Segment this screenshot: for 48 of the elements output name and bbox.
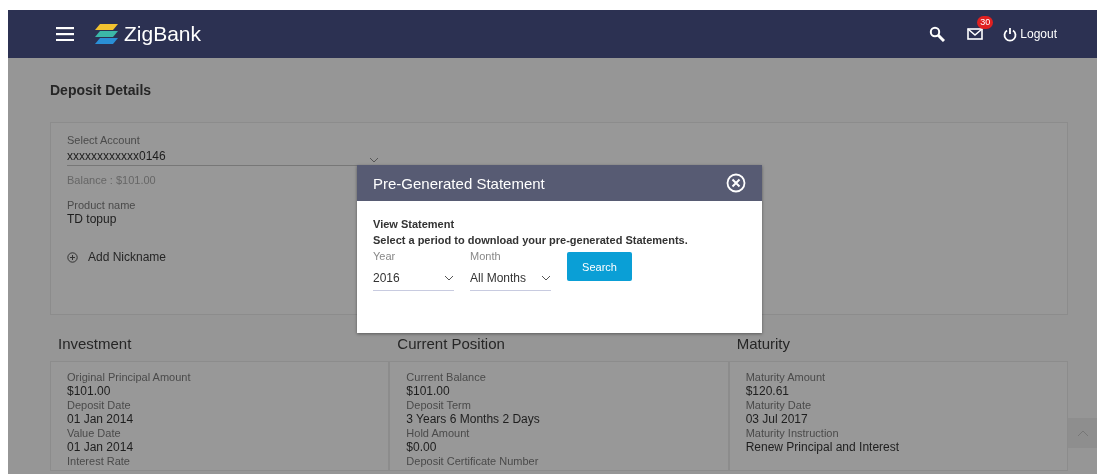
field-label: Year [373,250,396,262]
chevron-down-icon [444,275,454,281]
field-label: Current Balance [406,370,486,384]
field-value: TD topup [67,212,117,226]
field-value: $101.00 [406,384,450,398]
field-label: Maturity Instruction [745,426,839,440]
field-value: $101.00 [67,384,111,398]
mail-icon[interactable] [967,28,984,40]
year-dropdown[interactable]: 2016 [373,262,454,291]
chevron-down-icon [369,157,379,163]
field-label: Maturity Amount [745,370,826,384]
field-value: Renew Principal and Interest [745,440,900,454]
chevron-down-icon [541,275,551,281]
field-value: 03 Jul 2017 [745,412,808,426]
instruction-text: Select a period to download your pre-generated Statements. [373,234,688,246]
field-label: Original Principal Amount [67,370,191,384]
brand-name: ZigBank [124,22,202,46]
field-label: Maturity Date [745,398,812,412]
field-label: Select Account [67,133,140,147]
dialog-title: Pre-Generated Statement [373,174,545,192]
field-label: Product name [67,198,136,212]
field-value: $0.00 [406,440,437,454]
close-icon[interactable] [726,173,746,193]
menu-icon[interactable] [56,27,74,41]
section-title: Maturity [735,335,790,354]
field-label: Deposit Date [67,398,131,412]
field-label: Hold Amount [406,426,470,440]
field-label: Interest Rate [67,454,130,468]
field-value: 3 Years 6 Months 2 Days [406,412,540,426]
notification-badge: 30 [977,16,994,29]
field-label: Deposit Certificate Number [406,454,539,468]
power-icon [1003,26,1018,42]
search-icon[interactable] [929,26,946,42]
page-title: Deposit Details [50,82,152,98]
section-title: Current Position [396,335,505,354]
field-label: Month [470,250,501,262]
field-label: Deposit Term [406,398,471,412]
field-value: $120.61 [745,384,790,398]
plus-circle-icon [67,251,78,263]
field-value: 01 Jan 2014 [67,440,134,454]
logo-icon [94,23,120,45]
dialog-heading: View Statement [373,218,455,230]
field-label: Value Date [67,426,121,440]
add-nickname-link[interactable]: Add Nickname [67,250,167,264]
section-title: Investment [57,335,132,354]
field-value: 01 Jan 2014 [67,412,134,426]
logout-button[interactable]: Logout [1003,26,1057,42]
month-dropdown[interactable]: All Months [470,262,551,291]
